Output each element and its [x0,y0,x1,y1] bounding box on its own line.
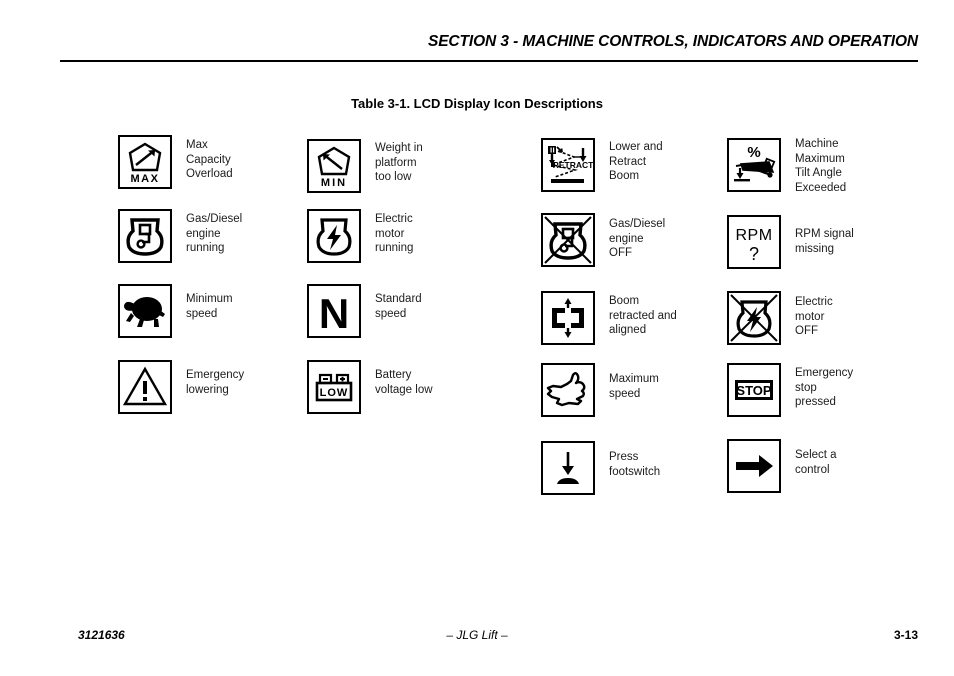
lower-retract-boom-glyph: RETRACT [548,146,593,183]
press-footswitch-icon [541,441,595,495]
header-divider [60,60,918,62]
select-a-control-arrow-icon [727,439,781,493]
rpm-signal-missing-icon: RPM ? [727,215,781,269]
document-page: SECTION 3 - MACHINE CONTROLS, INDICATORS… [0,0,954,676]
table-caption: Table 3-1. LCD Display Icon Descriptions [351,96,603,111]
footswitch-glyph [557,452,579,484]
icon-label: Emergency lowering [186,369,245,396]
icon-label: Select a control [795,449,837,476]
icon-label: Minimum speed [186,293,233,320]
engine-glyph [126,218,164,256]
rabbit-glyph [546,372,586,407]
icon-label: Standard speed [375,293,422,320]
svg-text:%: % [747,144,760,161]
icon-label: Lower and Retract Boom [609,141,663,182]
standard-speed-n-icon: N [307,284,361,338]
letter-n-glyph: N [319,290,349,336]
footer-page-number: 3-13 [893,628,918,642]
icon-label: Machine Maximum Tilt Angle Exceeded [795,138,847,194]
machine-max-tilt-angle-icon: % [727,138,781,192]
svg-text:RPM: RPM [735,227,772,244]
turtle-glyph [124,297,165,327]
engine-off-glyph [544,216,592,264]
icon-label: Press footswitch [609,451,661,478]
icon-label: RPM signal missing [795,228,854,255]
svg-text:MIN: MIN [321,177,347,189]
svg-text:LOW: LOW [320,387,349,399]
electric-motor-glyph [316,218,352,256]
icon-label: Electric motor running [375,213,414,254]
icon-label: Weight in platform too low [375,142,423,183]
battery-voltage-low-icon: LOW [307,360,361,414]
right-arrow-glyph [736,455,773,477]
icon-label: Gas/Diesel engine OFF [609,218,666,259]
electric-motor-off-glyph [730,294,778,342]
electric-motor-running-icon [307,209,361,263]
svg-text:MAX: MAX [131,173,160,185]
tilt-angle-glyph: % [734,144,776,182]
rabbit-maximum-speed-icon [541,363,595,417]
boom-aligned-glyph [552,298,584,338]
svg-text:?: ? [749,244,759,264]
electric-motor-off-icon [727,291,781,345]
gas-diesel-engine-running-icon [118,209,172,263]
icon-label: Electric motor OFF [795,296,833,337]
svg-text:N: N [319,290,349,336]
boom-retracted-aligned-icon [541,291,595,345]
lower-and-retract-boom-icon: RETRACT [541,138,595,192]
svg-text:RETRACT: RETRACT [553,160,593,170]
turtle-minimum-speed-icon [118,284,172,338]
svg-text:STOP: STOP [736,383,771,398]
warning-triangle-emergency-lowering-icon [118,360,172,414]
max-capacity-overload-glyph: MAX [128,142,162,185]
icon-label: Battery voltage low [375,369,433,396]
icon-label: Emergency stop pressed [795,367,854,408]
icon-label: Max Capacity Overload [186,139,233,180]
rpm-question-glyph: RPM ? [735,227,772,264]
icon-label: Boom retracted and aligned [609,295,677,336]
icon-label: Gas/Diesel engine running [186,213,243,254]
emergency-stop-pressed-icon: STOP [727,363,781,417]
warning-triangle-glyph [122,366,168,406]
page-header-title: SECTION 3 - MACHINE CONTROLS, INDICATORS… [427,33,918,50]
gas-diesel-engine-off-icon [541,213,595,267]
max-capacity-overload-icon: MAX [118,135,172,189]
battery-glyph: LOW [315,373,353,402]
min-weight-glyph: MIN [317,146,351,189]
icon-label: Maximum speed [609,373,659,400]
min-weight-platform-icon: MIN [307,139,361,193]
stop-glyph: STOP [735,380,773,400]
